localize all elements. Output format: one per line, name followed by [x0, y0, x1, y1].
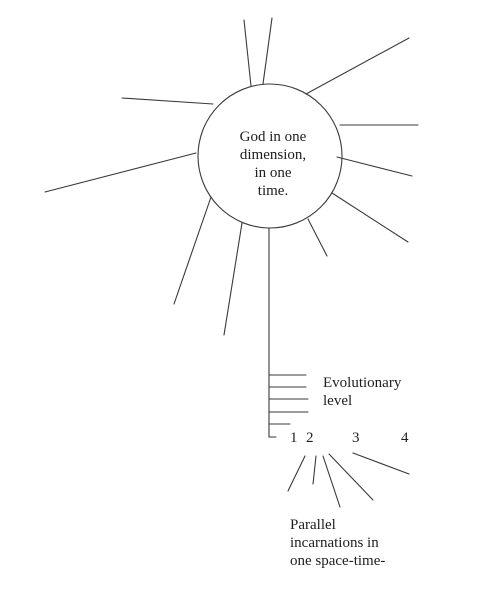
ray — [223, 222, 243, 336]
parallel-line — [352, 452, 410, 475]
ray — [262, 17, 273, 85]
parallel-label-line: incarnations in — [290, 535, 379, 551]
parallel-line — [322, 455, 341, 508]
center-label-line: in one — [254, 165, 292, 181]
level-number-1: 1 — [290, 430, 298, 446]
ray — [336, 156, 413, 177]
ray — [307, 218, 328, 257]
evolutionary-level-label: Evolutionary level — [323, 374, 401, 410]
ray — [173, 196, 212, 305]
diagram-canvas: God in one dimension, in one time. Evolu… — [0, 0, 480, 612]
parallel-line — [312, 455, 317, 485]
ray — [121, 97, 214, 105]
ray — [305, 37, 410, 95]
parallel-label-line: Parallel — [290, 517, 336, 533]
evolutionary-label-line: level — [323, 393, 353, 409]
parallel-label-line: one space-time- — [290, 553, 386, 569]
level-number-4: 4 — [401, 430, 409, 446]
ray — [44, 152, 197, 193]
evolutionary-label-line: Evolutionary — [323, 375, 402, 391]
parallel-incarnations-label: Parallel incarnations in one space-time- — [290, 516, 385, 570]
parallel-line — [287, 455, 306, 492]
level-number-3: 3 — [352, 430, 360, 446]
center-label-line: time. — [257, 183, 289, 199]
ray — [243, 19, 252, 87]
center-label: God in one dimension, in one time. — [218, 128, 328, 200]
level-number-2: 2 — [306, 430, 314, 446]
center-label-line: dimension, — [239, 147, 307, 163]
diagram-lines — [44, 17, 419, 508]
center-label-line: God in one — [239, 129, 307, 145]
ray — [331, 192, 409, 243]
